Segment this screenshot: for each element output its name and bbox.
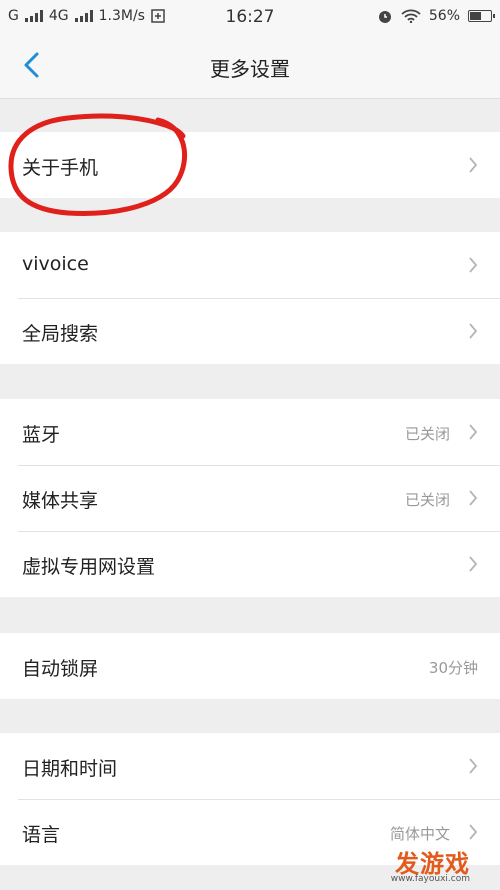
row-value: 已关闭 [404,425,450,443]
row-value: 30分钟 [428,659,478,677]
settings-row-vpn[interactable]: 虚拟专用网设置 [0,531,500,597]
row-label: 虚拟专用网设置 [22,556,156,578]
wifi-icon [401,9,421,23]
chevron-right-icon [469,490,478,506]
settings-row-media-sharing[interactable]: 媒体共享 已关闭 [0,465,500,531]
alarm-icon [378,11,391,23]
chevron-right-icon [469,556,478,572]
page-title: 更多设置 [210,57,290,81]
row-label: 全局搜索 [22,323,99,345]
settings-group-lock: 自动锁屏 30分钟 [0,633,500,699]
row-value: 简体中文 [389,825,450,843]
watermark-url: www.fayouxi.com [390,874,470,884]
row-label: 语言 [22,824,61,846]
settings-group-connectivity: 蓝牙 已关闭 媒体共享 已关闭 虚拟专用网设置 [0,399,500,597]
settings-row-vivoice[interactable]: vivoice [0,232,500,298]
row-label: vivoice [22,253,89,275]
chevron-right-icon [469,323,478,339]
status-bar: G 4G 1.3M/s 16:27 56% [0,0,500,34]
settings-group-about: 关于手机 [0,132,500,198]
battery-icon [468,10,495,22]
row-label: 媒体共享 [22,490,99,512]
settings-group-voice-search: vivoice 全局搜索 [0,232,500,364]
title-bar: 更多设置 [0,34,500,99]
chevron-right-icon [469,157,478,173]
row-label: 蓝牙 [22,424,61,446]
chevron-right-icon [469,257,478,273]
watermark: 发游戏 www.fayouxi.com [360,844,470,884]
chevron-right-icon [469,824,478,840]
chevron-right-icon [469,758,478,774]
row-label: 自动锁屏 [22,658,99,680]
settings-row-bluetooth[interactable]: 蓝牙 已关闭 [0,399,500,465]
settings-row-date-time[interactable]: 日期和时间 [0,733,500,799]
settings-row-auto-lock[interactable]: 自动锁屏 30分钟 [0,633,500,699]
chevron-right-icon [469,424,478,440]
row-label: 关于手机 [22,157,99,179]
row-value: 已关闭 [404,491,450,509]
battery-percent: 56% [428,8,460,24]
settings-row-global-search[interactable]: 全局搜索 [0,298,500,364]
row-label: 日期和时间 [22,758,118,780]
settings-row-about-phone[interactable]: 关于手机 [0,132,500,198]
